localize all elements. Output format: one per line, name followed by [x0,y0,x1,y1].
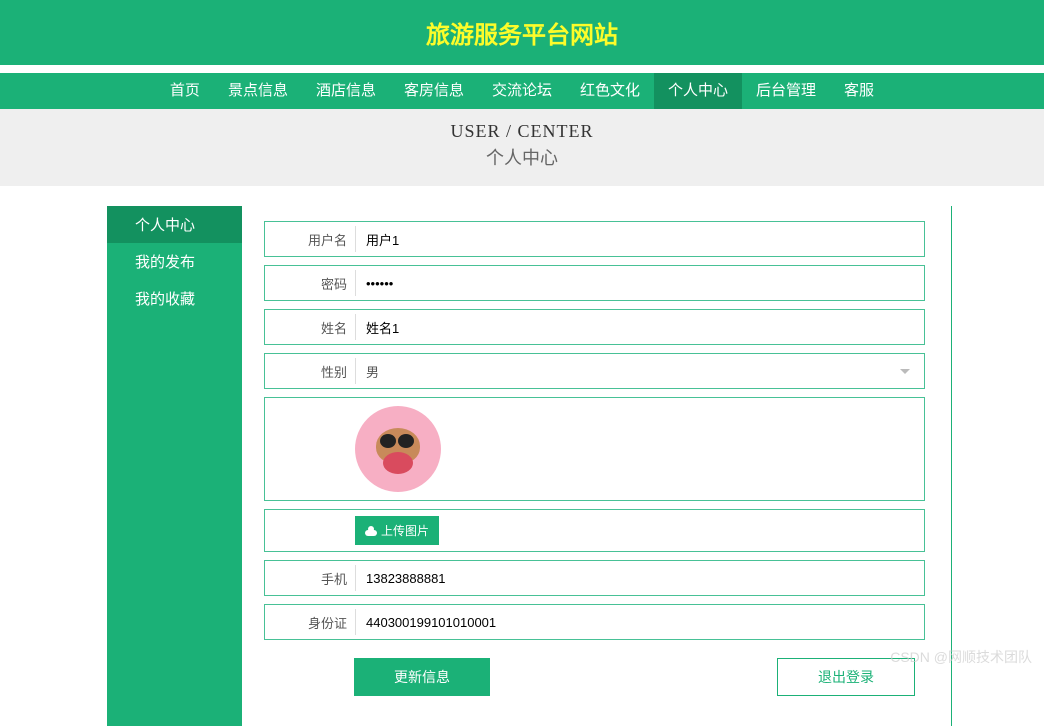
row-avatar [264,397,925,501]
sidebar-item-center[interactable]: 个人中心 [107,206,242,243]
phone-input[interactable] [355,565,918,591]
chevron-down-icon [900,369,910,374]
nav-scenic[interactable]: 景点信息 [214,73,302,109]
nav-user-center[interactable]: 个人中心 [654,73,742,109]
nav-culture[interactable]: 红色文化 [566,73,654,109]
gender-label: 性别 [265,362,355,381]
nav-home[interactable]: 首页 [156,73,214,109]
nav-service[interactable]: 客服 [830,73,888,109]
update-button[interactable]: 更新信息 [354,658,490,696]
gender-select[interactable]: 男 [355,358,918,384]
nav-room[interactable]: 客房信息 [390,73,478,109]
action-row: 更新信息 退出登录 [264,658,925,696]
username-label: 用户名 [265,230,355,249]
sidebar: 个人中心 我的发布 我的收藏 [107,206,242,726]
sidebar-item-posts[interactable]: 我的发布 [107,243,242,280]
row-name: 姓名 [264,309,925,345]
site-title: 旅游服务平台网站 [426,15,618,50]
cloud-upload-icon [365,526,377,536]
idcard-label: 身份证 [265,613,355,632]
subtitle-en: USER / CENTER [0,121,1044,142]
subtitle-cn: 个人中心 [0,144,1044,170]
form-area: 用户名 密码 姓名 性别 男 [242,206,937,726]
nav-hotel[interactable]: 酒店信息 [302,73,390,109]
password-label: 密码 [265,274,355,293]
sidebar-item-favorites[interactable]: 我的收藏 [107,280,242,317]
row-upload: 上传图片 [264,509,925,552]
avatar-face-icon [376,428,420,464]
username-input[interactable] [355,226,918,252]
row-username: 用户名 [264,221,925,257]
avatar [355,406,441,492]
name-input[interactable] [355,314,918,340]
nav-admin[interactable]: 后台管理 [742,73,830,109]
upload-button[interactable]: 上传图片 [355,516,439,545]
nav-bar: 首页 景点信息 酒店信息 客房信息 交流论坛 红色文化 个人中心 后台管理 客服 [0,73,1044,109]
main-content: 个人中心 我的发布 我的收藏 用户名 密码 姓名 性别 男 [107,206,937,726]
password-input[interactable] [355,270,918,296]
row-phone: 手机 [264,560,925,596]
row-idcard: 身份证 [264,604,925,640]
name-label: 姓名 [265,318,355,337]
phone-label: 手机 [265,569,355,588]
idcard-input[interactable] [355,609,918,635]
upload-label: 上传图片 [381,522,429,539]
row-gender: 性别 男 [264,353,925,389]
row-password: 密码 [264,265,925,301]
avatar-mouth-icon [383,452,413,474]
watermark: CSDN @网顺技术团队 [890,647,1032,667]
avatar-glasses-icon [380,434,416,448]
nav-forum[interactable]: 交流论坛 [478,73,566,109]
header-bar: 旅游服务平台网站 [0,0,1044,65]
page-subtitle: USER / CENTER 个人中心 [0,109,1044,186]
gender-value: 男 [366,362,379,381]
